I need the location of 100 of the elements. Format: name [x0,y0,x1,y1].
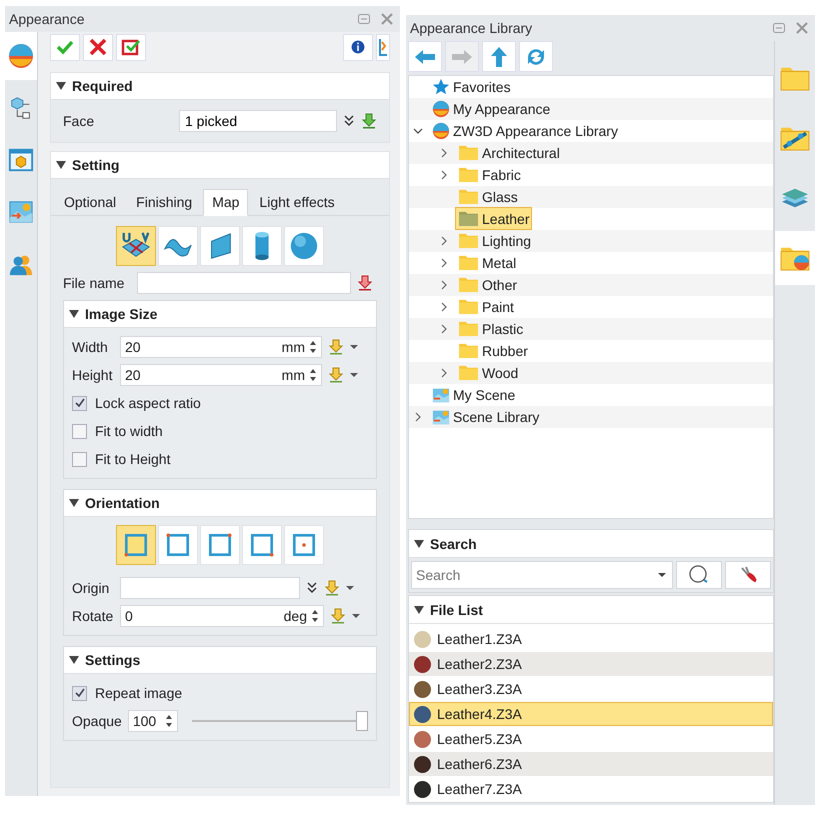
search-input[interactable]: Search [416,567,658,583]
back-button[interactable] [408,41,442,72]
number-input[interactable]: 20 [125,339,278,355]
collapse-icon[interactable] [414,538,424,548]
caret-icon[interactable] [350,343,358,351]
surface-map-button[interactable] [158,226,198,266]
section-header[interactable]: Settings [64,647,376,674]
file-item[interactable]: Leather3.Z3A [409,677,773,701]
slider-thumb[interactable] [356,711,368,731]
spinner-icon[interactable] [309,367,317,383]
info-button[interactable] [343,34,373,60]
caret-icon[interactable] [352,612,360,620]
search-button[interactable] [676,561,722,589]
tab[interactable]: Map [203,189,248,216]
cylinder-map-button[interactable] [242,226,282,266]
download-icon[interactable] [357,275,373,291]
download-icon[interactable] [324,580,340,596]
refresh-button[interactable] [519,41,553,72]
double-chevron-icon[interactable] [343,115,355,127]
collapse-icon[interactable] [69,309,79,319]
tree-item[interactable]: Rubber [455,339,531,362]
file-name-field[interactable] [137,272,351,294]
number-input[interactable]: 100 [132,713,161,729]
file-item[interactable]: Leather2.Z3A [409,652,773,676]
section-header[interactable]: Search [409,530,773,558]
tree-item[interactable]: Metal [455,251,520,274]
caret-icon[interactable] [350,371,358,379]
uv-map-button[interactable] [116,226,156,266]
collapse-icon[interactable] [56,81,66,91]
file-item[interactable]: Leather1.Z3A [409,627,773,651]
expand-chevron-icon[interactable] [439,148,449,158]
collapse-icon[interactable] [414,604,424,614]
section-header[interactable]: File List [409,596,773,624]
plane-map-button[interactable] [200,226,240,266]
download-icon[interactable] [328,339,344,355]
expand-chevron-icon[interactable] [439,170,449,180]
collapse-icon[interactable] [56,160,66,170]
expand-chevron-icon[interactable] [439,324,449,334]
tree-item[interactable]: Glass [455,185,521,208]
download-icon[interactable] [330,608,346,624]
checkbox[interactable] [72,424,87,438]
expand-chevron-icon[interactable] [439,368,449,378]
anchor-button[interactable] [242,525,282,565]
file-item[interactable]: Leather5.Z3A [409,727,773,751]
face-field[interactable]: 1 picked [179,110,337,132]
section-header[interactable]: Orientation [64,490,376,517]
number-field[interactable]: 100 [128,710,178,732]
checkbox[interactable] [72,452,87,466]
spinner-icon[interactable] [309,339,317,355]
spinner-icon[interactable] [164,713,173,729]
anchor-button[interactable] [158,525,198,565]
caret-icon[interactable] [346,584,354,592]
origin-field[interactable] [120,577,300,599]
search-field[interactable]: Search [411,561,673,589]
collapse-chevron-icon[interactable] [413,126,423,136]
side-tab[interactable] [5,32,37,80]
pliers-button[interactable] [725,561,771,589]
expand-chevron-icon[interactable] [413,412,423,422]
section-header[interactable]: Required [51,73,389,100]
up-button[interactable] [482,41,516,72]
collapse-icon[interactable] [69,655,79,665]
tree-item[interactable]: Other [455,273,520,296]
side-tab[interactable] [775,231,815,285]
number-field[interactable]: 20 mm [120,336,322,358]
file-item[interactable]: Leather6.Z3A [409,752,773,776]
number-field[interactable]: 0 deg [120,605,324,627]
collapse-icon[interactable] [69,498,79,508]
tree-item[interactable]: Wood [455,361,522,384]
tree-item[interactable]: My Scene [429,383,518,406]
expand-chevron-icon[interactable] [439,302,449,312]
number-input[interactable]: 20 [125,367,278,383]
caret-icon[interactable] [658,571,666,579]
tree-item[interactable]: Leather [455,207,532,230]
double-chevron-icon[interactable] [306,582,318,594]
number-input[interactable]: 0 [125,608,280,624]
anchor-button[interactable] [200,525,240,565]
tree-item[interactable]: Favorites [429,75,514,98]
ok-button[interactable] [50,34,80,60]
anchor-button[interactable] [284,525,324,565]
tab[interactable]: Finishing [127,189,202,215]
file-item[interactable]: Leather4.Z3A [409,702,773,726]
tab[interactable]: Optional [55,189,126,215]
number-field[interactable]: 20 mm [120,364,322,386]
section-header[interactable]: Setting [51,152,389,179]
sphere-map-button[interactable] [284,226,324,266]
cancel-button[interactable] [83,34,113,60]
section-header[interactable]: Image Size [64,301,376,328]
file-item[interactable]: Leather7.Z3A [409,777,773,801]
checkbox[interactable] [72,686,87,700]
tree-item[interactable]: ZW3D Appearance Library [429,119,621,142]
spinner-icon[interactable] [311,608,319,624]
tab[interactable]: Light effects [250,189,344,215]
checkbox[interactable] [72,396,87,410]
expand-button[interactable] [376,34,390,60]
tree-item[interactable]: Fabric [455,163,524,186]
tree-item[interactable]: Paint [455,295,517,318]
download-icon[interactable] [361,113,377,129]
expand-chevron-icon[interactable] [439,280,449,290]
expand-chevron-icon[interactable] [439,236,449,246]
download-icon[interactable] [328,367,344,383]
